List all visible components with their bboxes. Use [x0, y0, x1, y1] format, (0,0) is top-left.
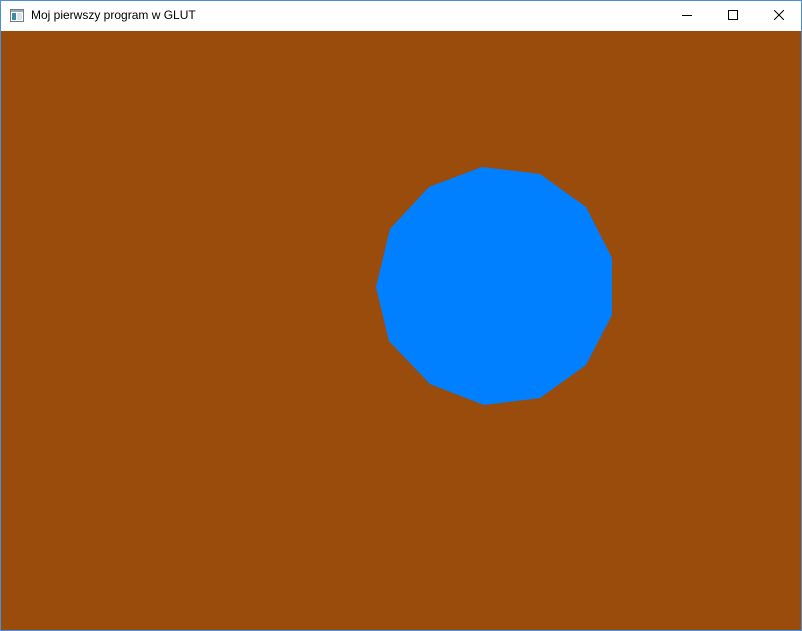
close-icon	[773, 7, 785, 25]
title-bar[interactable]: Moj pierwszy program w GLUT	[1, 1, 801, 31]
glut-window: Moj pierwszy program w GLUT	[0, 0, 802, 631]
maximize-icon	[728, 7, 738, 25]
blue-polygon	[376, 167, 612, 405]
gl-canvas[interactable]	[1, 31, 801, 630]
minimize-button[interactable]	[664, 1, 710, 31]
window-app-icon	[10, 9, 24, 22]
window-title: Moj pierwszy program w GLUT	[31, 8, 196, 22]
gl-drawing	[376, 167, 612, 405]
maximize-button[interactable]	[710, 1, 756, 31]
close-button[interactable]	[756, 1, 801, 31]
minimize-icon	[682, 7, 692, 25]
